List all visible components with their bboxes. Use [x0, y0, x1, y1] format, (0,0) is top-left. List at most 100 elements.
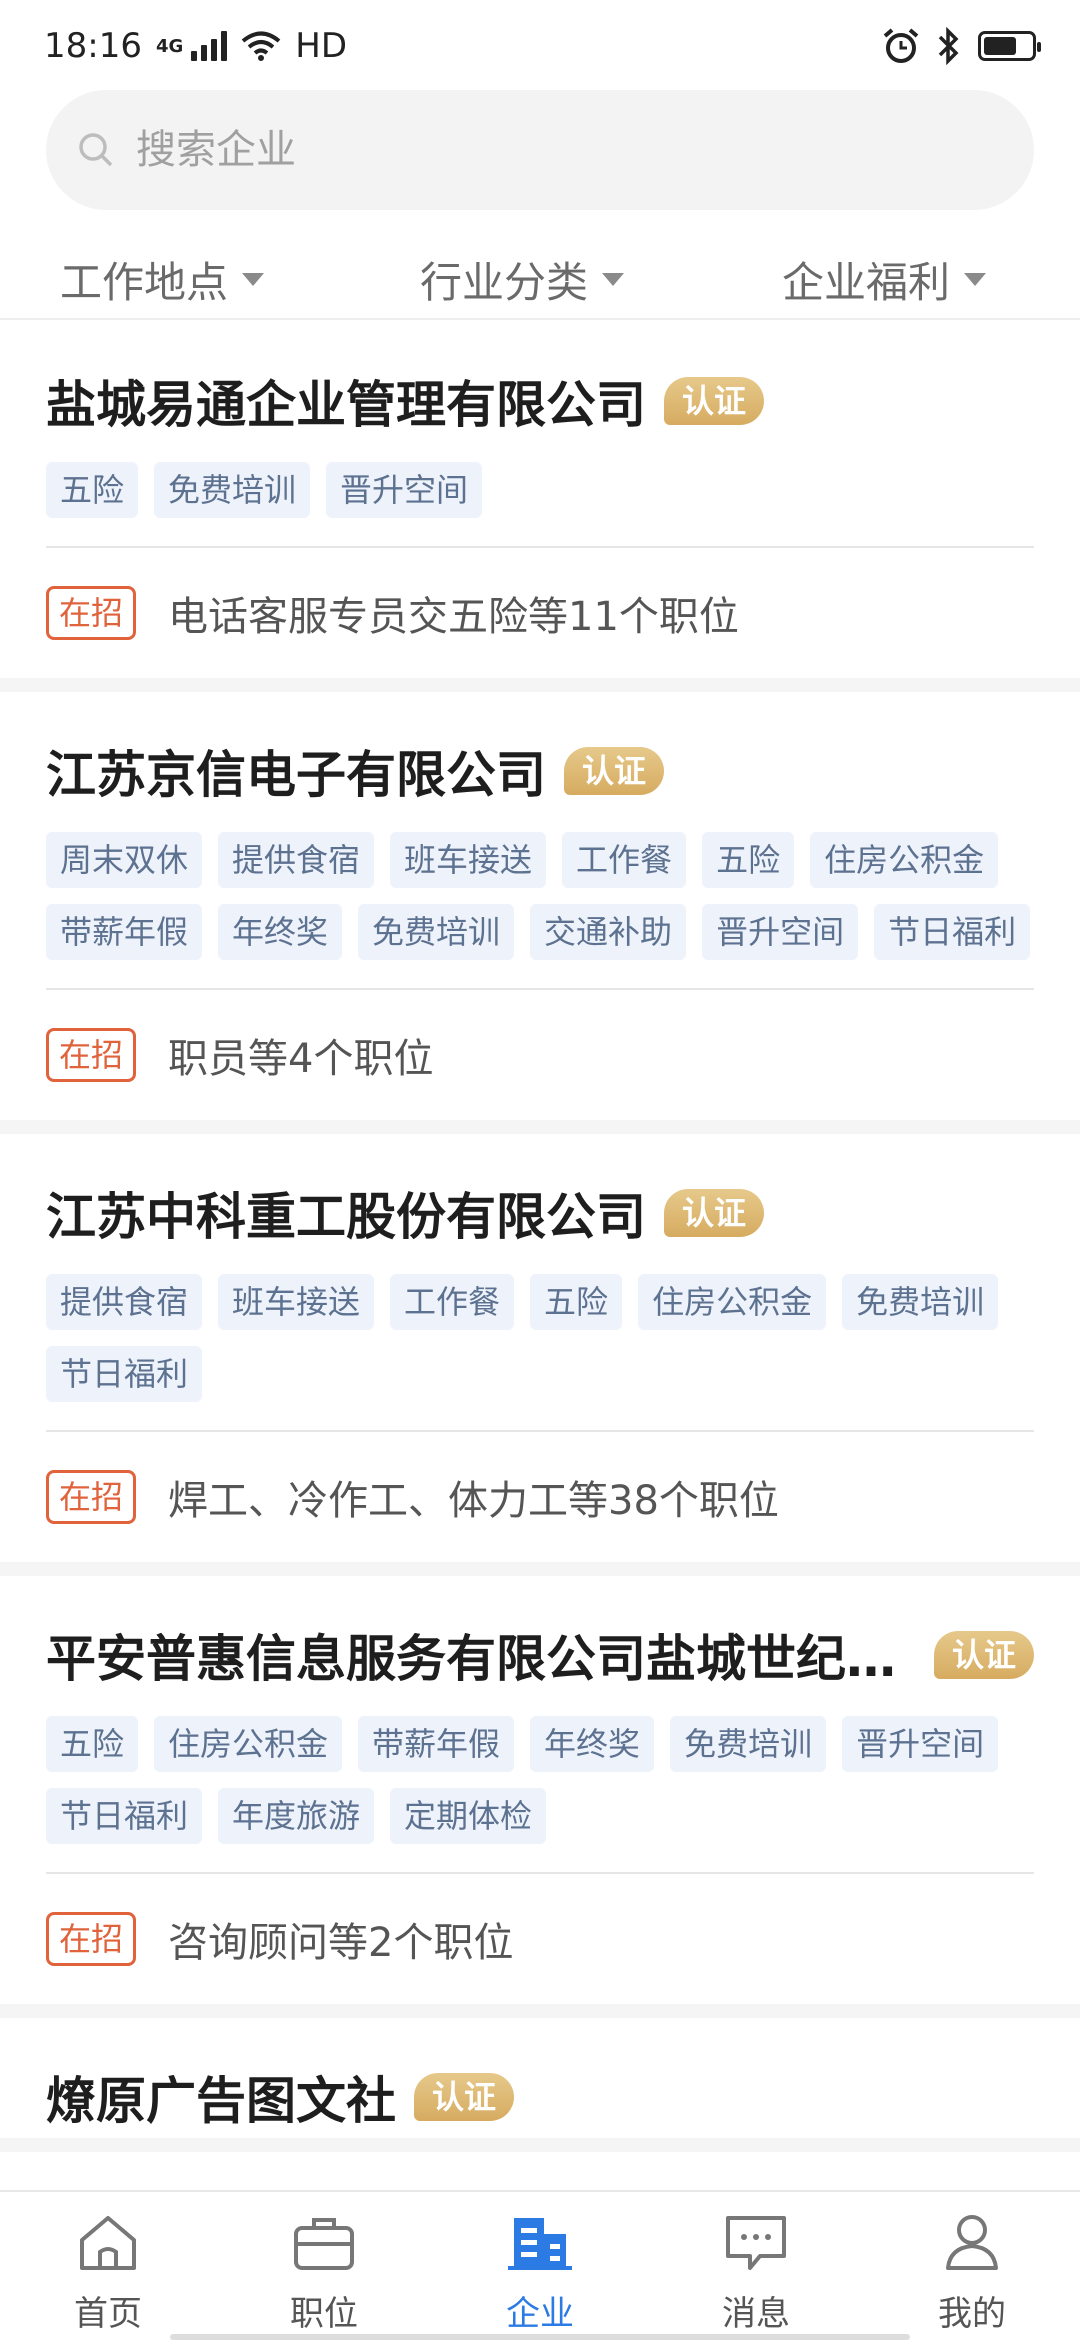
company-card[interactable]: 江苏京信电子有限公司 认证周末双休 提供食宿 班车接送 工作餐 五险 住房公积金带薪年假 年终…: [0, 692, 1080, 1134]
filter-label: 工作地点: [60, 257, 229, 307]
company-name: 江苏京信电子有限公司: [46, 746, 546, 804]
status-left: 18:16 4G HD: [44, 26, 347, 66]
benefit-tag: 五险: [530, 1274, 623, 1330]
company-card[interactable]: 燎原广告图文社 认证: [0, 2018, 1080, 2152]
hiring-badge: 在招: [46, 1470, 137, 1524]
benefit-tag: 住房公积金: [154, 1716, 343, 1772]
verified-badge: 认证: [414, 2073, 515, 2121]
benefit-tag: 节日福利: [874, 904, 1031, 960]
benefit-tag: 免费培训: [358, 904, 515, 960]
filter-benefits[interactable]: 企业福利: [782, 249, 987, 310]
hiring-row[interactable]: 在招 咨询顾问等2个职位: [46, 1874, 1034, 2004]
benefit-tag: 带薪年假: [358, 1716, 515, 1772]
benefit-tags: 五险 免费培训 晋升空间: [46, 462, 1036, 518]
benefit-tag: 定期体检: [390, 1788, 547, 1844]
company-title-row: 江苏京信电子有限公司 认证: [46, 730, 1034, 812]
open-positions: 焊工、冷作工、体力工等38个职位: [168, 1478, 779, 1524]
nav-profile[interactable]: 我的: [864, 2192, 1080, 2340]
hiring-row[interactable]: 在招 电话客服专员交五险等11个职位: [46, 548, 1034, 678]
nav-home[interactable]: 首页: [0, 2192, 216, 2340]
company-title-row: 江苏中科重工股份有限公司 认证: [46, 1172, 1034, 1254]
nav-label: 消息: [722, 2294, 790, 2334]
company-name: 燎原广告图文社: [46, 2072, 396, 2130]
verified-badge: 认证: [564, 747, 665, 795]
benefit-tag: 提供食宿: [46, 1274, 203, 1330]
company-name: 盐城易通企业管理有限公司: [46, 376, 646, 434]
company-card[interactable]: 盐城易通企业管理有限公司 认证 五险 免费培训 晋升空间 在招 电话客服专员交五险等11个职…: [0, 322, 1080, 692]
hiring-badge: 在招: [46, 1912, 137, 1966]
benefit-tag: 免费培训: [670, 1716, 827, 1772]
benefit-tag: 班车接送: [390, 832, 547, 888]
benefit-tag: 住房公积金: [638, 1274, 827, 1330]
network-label: 4G: [155, 35, 184, 57]
company-title-row: 燎原广告图文社 认证: [46, 2056, 1034, 2138]
verified-badge: 认证: [664, 1189, 765, 1237]
profile-icon: [946, 2215, 998, 2270]
status-bar: 18:16 4G HD: [0, 0, 1080, 92]
filter-label: 行业分类: [420, 257, 589, 307]
company-card[interactable]: 平安普惠信息服务有限公司盐城世纪大... 认证 五险 住房公积金 带薪年假 年终奖 免费培训…: [0, 1576, 1080, 2018]
caret-down-icon: [242, 272, 265, 286]
hiring-row[interactable]: 在招 职员等4个职位: [46, 990, 1034, 1120]
hiring-row[interactable]: 在招 焊工、冷作工、体力工等38个职位: [46, 1432, 1034, 1562]
search-icon: [79, 133, 113, 167]
benefit-tag: 年度旅游: [218, 1788, 375, 1844]
company-card[interactable]: 江苏中科重工股份有限公司 认证提供食宿 班车接送 工作餐 五险 住房公积金 免费培训节日福利…: [0, 1134, 1080, 1576]
hiring-badge: 在招: [46, 1028, 137, 1082]
home-indicator: [170, 2334, 910, 2340]
message-icon: [726, 2216, 786, 2270]
filter-bar: 工作地点 行业分类 企业福利: [0, 240, 1080, 320]
open-positions: 咨询顾问等2个职位: [168, 1920, 514, 1966]
hd-label: HD: [295, 26, 348, 66]
benefit-tag: 交通补助: [530, 904, 687, 960]
company-title-row: 平安普惠信息服务有限公司盐城世纪大... 认证: [46, 1614, 1034, 1696]
benefit-tag: 提供食宿: [218, 832, 375, 888]
bottom-nav: 首页 职位 企业 消息 我的: [0, 2190, 1080, 2340]
benefit-tags: 周末双休 提供食宿 班车接送 工作餐 五险 住房公积金带薪年假 年终奖 免费培训 交通补助 晋升空…: [46, 832, 1036, 960]
bluetooth-icon: [938, 27, 959, 65]
benefit-tag: 年终奖: [218, 904, 343, 960]
benefit-tag: 晋升空间: [326, 462, 483, 518]
benefit-tag: 工作餐: [390, 1274, 515, 1330]
filter-label: 企业福利: [782, 257, 951, 307]
clock: 18:16: [44, 26, 142, 66]
filter-location[interactable]: 工作地点: [60, 249, 265, 310]
company-list: 盐城易通企业管理有限公司 认证 五险 免费培训 晋升空间 在招 电话客服专员交五险等11个职…: [0, 322, 1080, 2192]
benefit-tag: 周末双休: [46, 832, 203, 888]
benefit-tag: 住房公积金: [810, 832, 999, 888]
company-name: 江苏中科重工股份有限公司: [46, 1188, 646, 1246]
wifi-icon: [242, 31, 281, 61]
benefit-tag: 节日福利: [46, 1346, 203, 1402]
benefit-tag: 带薪年假: [46, 904, 203, 960]
nav-label: 我的: [938, 2294, 1006, 2334]
nav-label: 首页: [74, 2294, 142, 2334]
benefit-tag: 晋升空间: [702, 904, 859, 960]
caret-down-icon: [602, 272, 625, 286]
benefit-tags: 提供食宿 班车接送 工作餐 五险 住房公积金 免费培训节日福利: [46, 1274, 1036, 1402]
benefit-tag: 五险: [46, 1716, 139, 1772]
home-icon: [80, 2216, 136, 2270]
open-positions: 职员等4个职位: [168, 1036, 434, 1082]
nav-messages[interactable]: 消息: [648, 2192, 864, 2340]
open-positions: 电话客服专员交五险等11个职位: [168, 594, 739, 640]
benefit-tag: 晋升空间: [842, 1716, 999, 1772]
company-name: 平安普惠信息服务有限公司盐城世纪大...: [46, 1630, 916, 1688]
benefit-tag: 五险: [46, 462, 139, 518]
alarm-icon: [883, 28, 919, 63]
signal-icon: [191, 31, 228, 61]
nav-jobs[interactable]: 职位: [216, 2192, 432, 2340]
benefit-tag: 免费培训: [842, 1274, 999, 1330]
benefit-tag: 工作餐: [562, 832, 687, 888]
benefit-tag: 班车接送: [218, 1274, 375, 1330]
status-right: [882, 27, 1041, 65]
search-input[interactable]: [136, 127, 996, 173]
filter-industry[interactable]: 行业分类: [420, 249, 625, 310]
company-title-row: 盐城易通企业管理有限公司 认证: [46, 360, 1034, 442]
building-icon: [508, 2218, 572, 2270]
nav-companies[interactable]: 企业: [432, 2192, 648, 2340]
nav-label: 职位: [290, 2294, 358, 2334]
briefcase-icon: [294, 2218, 354, 2270]
benefit-tag: 五险: [702, 832, 795, 888]
search-bar[interactable]: [46, 90, 1034, 210]
hiring-badge: 在招: [46, 586, 137, 640]
